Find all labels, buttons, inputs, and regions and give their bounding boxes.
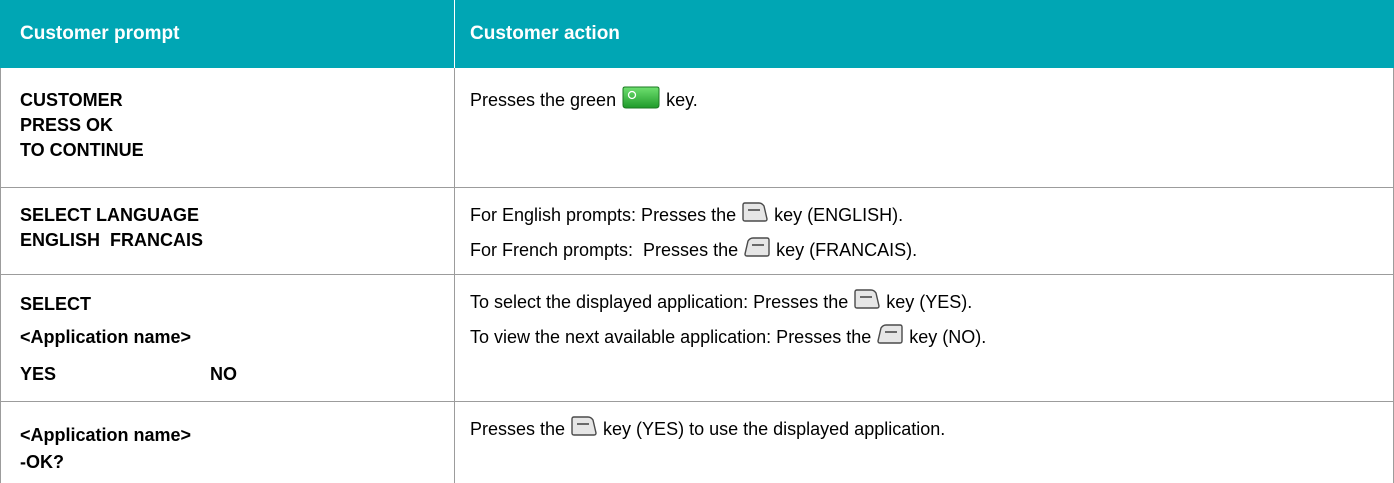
header-divider: [454, 0, 455, 68]
prompt-action-table: Customer prompt Customer action CUSTOMER…: [0, 0, 1394, 483]
left-softkey-icon: [742, 202, 768, 229]
action-text-before: Presses the: [470, 419, 566, 439]
prompt-yes-no-line: YES NO: [20, 362, 440, 387]
action-line: For English prompts: Presses the key (EN…: [470, 202, 1370, 229]
action-text-after: key (FRANCAIS).: [776, 240, 918, 260]
right-softkey-icon: [744, 237, 770, 264]
action-text-before: Presses the green: [470, 90, 617, 110]
action-line: To view the next available application: …: [470, 324, 1370, 351]
action-text-after: key (YES) to use the displayed applicati…: [603, 419, 946, 439]
action-line: Presses the key (YES) to use the display…: [470, 416, 1370, 443]
table-row: <Application name> -OK? Presses the key …: [0, 402, 1394, 483]
action-text-before: To view the next available application: …: [470, 327, 872, 347]
action-text-before: To select the displayed application: Pre…: [470, 292, 849, 312]
action-text-after: key.: [666, 90, 698, 110]
prompt-cell: <Application name> -OK?: [20, 423, 440, 475]
left-softkey-icon: [854, 289, 880, 316]
prompt-line: SELECT: [20, 294, 92, 314]
left-softkey-icon: [571, 416, 597, 443]
prompt-line: <Application name>: [20, 327, 192, 347]
table-column-divider: [454, 68, 455, 483]
prompt-cell: SELECT <Application name> YES NO: [20, 292, 440, 387]
action-text-before: For French prompts: Presses the: [470, 240, 739, 260]
prompt-line: <Application name>: [20, 425, 192, 445]
prompt-line: ENGLISH FRANCAIS: [20, 230, 204, 250]
action-text-before: For English prompts: Presses the: [470, 205, 737, 225]
table-row: SELECT <Application name> YES NO To selec…: [0, 275, 1394, 402]
prompt-cell: SELECT LANGUAGE ENGLISH FRANCAIS: [20, 203, 440, 253]
table-border-left: [0, 68, 1, 483]
green-ok-key-icon: [622, 85, 660, 116]
prompt-line: SELECT LANGUAGE: [20, 205, 200, 225]
prompt-line: -OK?: [20, 452, 64, 472]
prompt-no: NO: [210, 364, 237, 384]
action-line: To select the displayed application: Pre…: [470, 289, 1370, 316]
action-text-after: key (YES).: [886, 292, 973, 312]
prompt-yes: YES: [20, 364, 57, 384]
action-line: Presses the green key.: [470, 85, 1370, 116]
header-customer-prompt: Customer prompt: [20, 23, 180, 44]
action-line: For French prompts: Presses the key (FRA…: [470, 237, 1370, 264]
prompt-cell: CUSTOMER PRESS OK TO CONTINUE: [20, 88, 440, 163]
prompt-line: PRESS OK: [20, 115, 114, 135]
prompt-line: TO CONTINUE: [20, 140, 144, 160]
right-softkey-icon: [877, 324, 903, 351]
header-customer-action: Customer action: [470, 23, 620, 44]
action-text-after: key (NO).: [909, 327, 987, 347]
prompt-line: CUSTOMER: [20, 90, 123, 110]
table-header: Customer prompt Customer action: [0, 0, 1394, 68]
table-row: CUSTOMER PRESS OK TO CONTINUE Presses th…: [0, 68, 1394, 188]
action-text-after: key (ENGLISH).: [774, 205, 904, 225]
table-row: SELECT LANGUAGE ENGLISH FRANCAIS For Eng…: [0, 188, 1394, 275]
